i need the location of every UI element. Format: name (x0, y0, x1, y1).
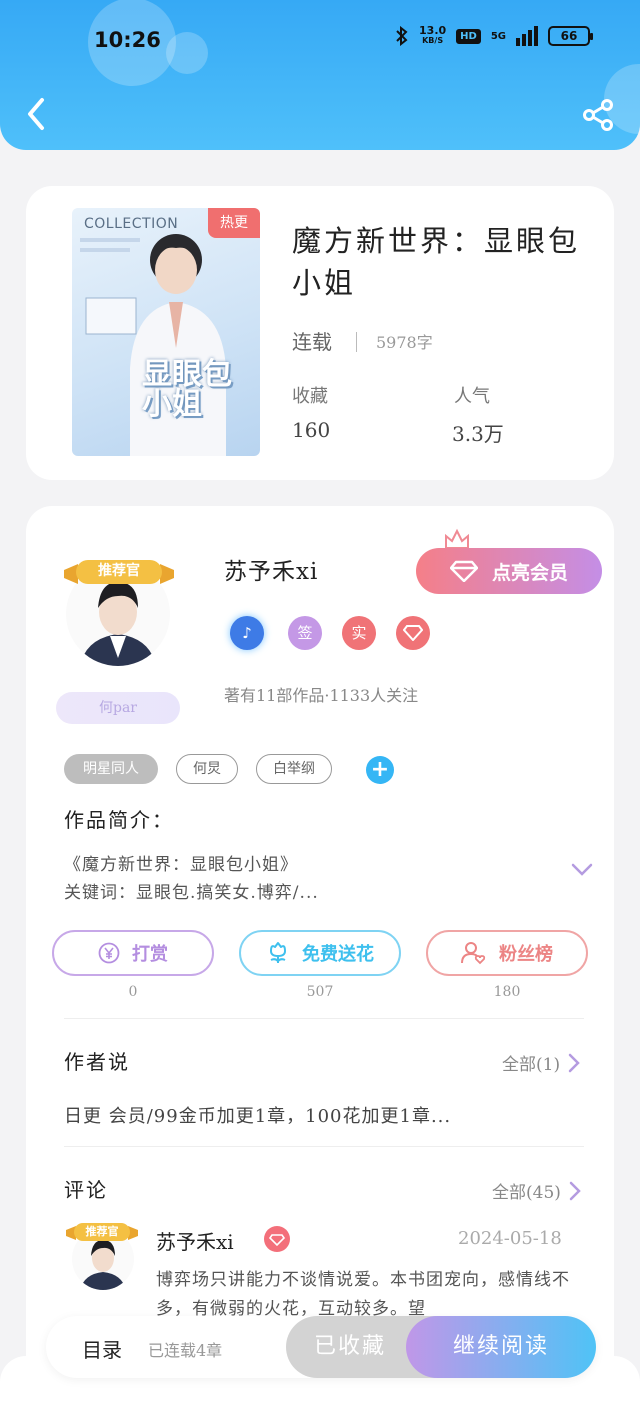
book-card: COLLECTION 热更 显眼包小姐 魔方新世界：显眼包小姐 连载 5978字… (26, 186, 614, 480)
bluetooth-icon (396, 26, 408, 46)
net-speed: 13.0 KB/S (419, 24, 447, 46)
tip-label: 打赏 (132, 944, 168, 965)
comment-date: 2024-05-18 (458, 1228, 562, 1249)
diamond-badge-icon (264, 1226, 290, 1252)
intro-line: 《魔方新世界：显眼包小姐》 (64, 855, 298, 875)
recommend-ribbon-text: 推荐官 (98, 563, 140, 579)
chevron-down-icon[interactable] (570, 862, 594, 878)
flower-icon (270, 942, 286, 963)
badge-verified: 实 (342, 616, 376, 650)
fan-rank-label: 粉丝榜 (499, 944, 553, 965)
book-title: 魔方新世界：显眼包小姐 (292, 224, 581, 300)
favorites-label: 收藏 (292, 386, 328, 407)
divider (64, 1146, 584, 1147)
add-tag-button[interactable]: + (366, 756, 394, 784)
net-speed-unit: KB/S (422, 36, 444, 45)
vip-button[interactable]: 点亮会员 (416, 548, 602, 594)
author-name[interactable]: 苏予禾xi (224, 552, 318, 586)
book-cover[interactable]: COLLECTION 热更 显眼包小姐 (72, 208, 260, 456)
header-bar: 10:26 13.0 KB/S HD 5G 66 (0, 0, 640, 150)
tip-count: 0 (128, 984, 138, 1000)
fan-rank-button[interactable]: 粉丝榜 (426, 930, 588, 976)
flower-label: 免费送花 (302, 944, 374, 965)
author-meta: 著有11部作品·1133人关注 (224, 686, 419, 705)
flower-count: 507 (306, 984, 334, 1000)
status-time: 10:26 (94, 28, 161, 52)
divider (64, 1018, 584, 1019)
decor-bubble (166, 32, 208, 74)
toc-chapter-count: 已连载4章 (148, 1341, 223, 1360)
badge-signed: 签 (288, 616, 322, 650)
tag-item[interactable]: 白举纲 (256, 754, 332, 784)
crown-icon (445, 528, 469, 549)
comments-label: 评论 (64, 1178, 108, 1202)
tip-button[interactable]: 打赏 (52, 930, 214, 976)
author-says-more[interactable]: 全部(1) (502, 1050, 580, 1075)
net-speed-value: 13.0 (419, 24, 447, 37)
author-says-label: 作者说 (64, 1050, 130, 1074)
music-medal-icon: ♪ (230, 616, 264, 650)
diamond-icon (449, 560, 478, 582)
toc-button[interactable]: 目录 (82, 1334, 122, 1363)
yen-icon (98, 942, 120, 964)
battery-icon: 66 (548, 26, 593, 46)
word-count: 5978字 (376, 333, 433, 352)
tag-item[interactable]: 明星同人 (64, 754, 158, 784)
author-says-more-label: 全部(1) (502, 1055, 561, 1075)
status-icons: 13.0 KB/S HD 5G 66 (395, 24, 593, 46)
user-heart-icon (461, 942, 486, 965)
intro-line: 关键词：显眼包.搞笑女.博弈/... (64, 883, 319, 903)
comments-more[interactable]: 全部(45) (492, 1178, 581, 1203)
divider (356, 332, 357, 352)
author-says-text[interactable]: 日更 会员/99金币加更1章，100花加更1章... (64, 1102, 451, 1128)
signal-icon (516, 26, 538, 46)
fan-count: 180 (493, 984, 521, 1000)
free-flower-button[interactable]: 免费送花 (239, 930, 401, 976)
chevron-right-icon (568, 1053, 580, 1072)
tag-item[interactable]: 何炅 (176, 754, 238, 784)
cover-title-art: 显眼包小姐 (142, 357, 232, 422)
popularity-label: 人气 (454, 386, 490, 407)
comment-author-name[interactable]: 苏予禾xi (156, 1226, 234, 1255)
comments-more-label: 全部(45) (492, 1183, 561, 1203)
book-status: 连载 (292, 330, 332, 354)
vip-button-label: 点亮会员 (491, 561, 568, 584)
favorites-value: 160 (292, 418, 331, 442)
diamond-badge-icon (396, 616, 430, 650)
chevron-right-icon (569, 1181, 581, 1200)
continue-reading-button[interactable]: 继续阅读 (406, 1316, 596, 1378)
hd-icon: HD (456, 28, 481, 44)
share-icon[interactable] (582, 98, 616, 132)
popularity-value: 3.3万 (452, 422, 504, 446)
network-type: 5G (490, 30, 506, 42)
back-icon[interactable] (20, 94, 54, 134)
comment-ribbon-text: 推荐官 (85, 1225, 119, 1238)
fan-badge: 何par (56, 692, 180, 724)
author-card: 推荐官 何par 苏予禾xi 点亮会员 ♪ 签 实 著有11部作品·1133人关… (26, 506, 614, 1386)
intro-label: 作品简介： (64, 808, 174, 832)
